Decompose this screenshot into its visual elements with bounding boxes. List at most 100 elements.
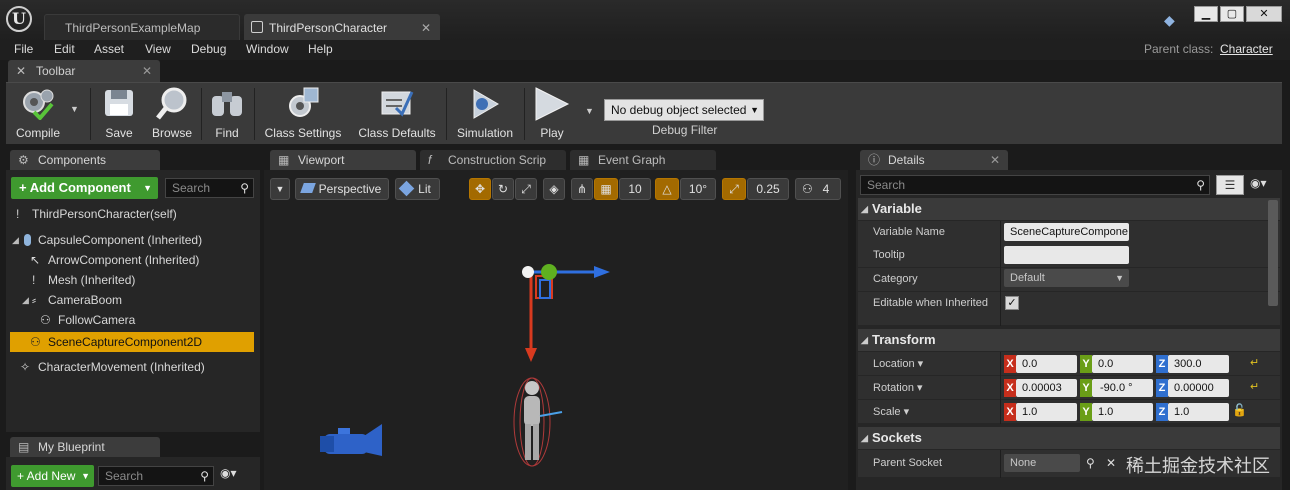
clear-icon[interactable]: ✕ (1106, 456, 1116, 470)
character-mesh[interactable] (513, 377, 563, 467)
tab-viewport-label: Viewport (298, 153, 345, 167)
expand-arrow-icon[interactable]: ◢ (12, 230, 19, 250)
rotate-mode-button[interactable]: ↻ (492, 178, 514, 200)
camera-speed-button[interactable]: ⚇ 4 (795, 178, 841, 200)
search-icon[interactable]: ⚲ (1086, 456, 1095, 470)
reset-arrow-icon[interactable]: ↵ (1250, 380, 1259, 393)
close-panel-icon[interactable]: ✕ (142, 60, 152, 82)
rotation-z-input[interactable]: 0.00000 (1168, 379, 1229, 397)
save-button[interactable]: Save (96, 84, 142, 144)
sockets-section-header[interactable]: ◢ Sockets (858, 427, 1280, 449)
tab-character[interactable]: ThirdPersonCharacter ✕ (244, 14, 440, 40)
minimize-button[interactable]: ▁ (1194, 6, 1218, 22)
rotation-snap-toggle[interactable]: △ (655, 178, 679, 200)
tab-viewport[interactable]: ▦ Viewport (270, 150, 416, 170)
close-panel-icon[interactable]: ✕ (990, 150, 1000, 170)
location-label[interactable]: Location ▾ (873, 357, 923, 370)
menu-debug[interactable]: Debug (191, 42, 226, 56)
compile-options-arrow-icon[interactable]: ▼ (70, 104, 79, 114)
simulation-button[interactable]: Simulation (450, 84, 520, 144)
location-z-input[interactable]: 300.0 (1168, 355, 1229, 373)
debug-object-select[interactable]: No debug object selected ▼ (604, 99, 764, 121)
transform-gizmo[interactable] (522, 264, 610, 362)
camera-mesh[interactable] (320, 424, 382, 456)
play-button[interactable]: Play (528, 84, 576, 144)
menu-help[interactable]: Help (308, 42, 333, 56)
category-select[interactable]: Default ▼ (1004, 269, 1129, 287)
close-window-button[interactable]: ✕ (1246, 6, 1282, 22)
scale-z-input[interactable]: 1.0 (1168, 403, 1229, 421)
lock-icon[interactable]: 🔓 (1232, 403, 1247, 417)
tab-construction-script[interactable]: f Construction Scrip (420, 150, 566, 170)
component-mesh[interactable]: ǃ Mesh (Inherited) (10, 270, 254, 290)
location-x-input[interactable]: 0.0 (1016, 355, 1077, 373)
add-component-button[interactable]: + Add Component ▼ (11, 177, 158, 199)
expand-arrow-icon[interactable]: ◢ (22, 290, 29, 310)
component-scenecapture[interactable]: ⚇ SceneCaptureComponent2D (10, 332, 254, 352)
details-tab[interactable]: ⓘ Details ✕ (860, 150, 1008, 170)
rotation-snap-value[interactable]: 10° (680, 178, 716, 200)
component-cameraboom[interactable]: ◢ ⸗ CameraBoom (10, 290, 254, 310)
reset-arrow-icon[interactable]: ↵ (1250, 356, 1259, 369)
blueprint-search-input[interactable]: Search ⚲ (98, 466, 214, 486)
compile-button[interactable]: Compile (10, 84, 66, 144)
scale-mode-button[interactable]: ⤢ (515, 178, 537, 200)
find-button[interactable]: Find (204, 84, 250, 144)
menu-edit[interactable]: Edit (54, 42, 75, 56)
tab-map[interactable]: ThirdPersonExampleMap (44, 14, 240, 40)
viewport-options-button[interactable]: ▼ (270, 178, 290, 200)
scale-y-input[interactable]: 1.0 (1092, 403, 1153, 421)
tooltip-input[interactable] (1004, 246, 1129, 264)
editable-checkbox[interactable]: ✓ (1005, 296, 1019, 310)
scale-label[interactable]: Scale ▾ (873, 405, 909, 418)
component-capsule[interactable]: ◢ CapsuleComponent (Inherited) (10, 230, 254, 250)
viewport-scene[interactable] (264, 210, 848, 490)
parent-class-link[interactable]: Character (1220, 42, 1273, 56)
browse-button[interactable]: Browse (146, 84, 198, 144)
perspective-button[interactable]: Perspective (295, 178, 389, 200)
variable-section-header[interactable]: ◢ Variable (858, 198, 1280, 220)
component-charactermovement[interactable]: ✧ CharacterMovement (Inherited) (10, 357, 254, 377)
grid-snap-toggle[interactable]: ▦ (594, 178, 618, 200)
close-tab-icon[interactable]: ✕ (421, 15, 431, 41)
source-control-icon[interactable]: ◆ (1164, 12, 1182, 28)
variable-name-input[interactable]: SceneCaptureCompone (1004, 223, 1129, 241)
component-followcamera[interactable]: ⚇ FollowCamera (10, 310, 254, 330)
menu-window[interactable]: Window (246, 42, 289, 56)
component-self[interactable]: ǃ ThirdPersonCharacter(self) (10, 204, 254, 224)
translate-mode-button[interactable]: ✥ (469, 178, 491, 200)
menu-file[interactable]: File (14, 42, 33, 56)
surface-snap-button[interactable]: ⋔ (571, 178, 593, 200)
eye-icon[interactable]: ◉▾ (220, 466, 237, 480)
tab-event-graph[interactable]: ▦ Event Graph (570, 150, 716, 170)
toolbar-tab[interactable]: ✕ Toolbar ✕ (8, 60, 160, 82)
grid-snap-value[interactable]: 10 (619, 178, 651, 200)
property-matrix-button[interactable]: ☰ (1216, 175, 1244, 195)
scale-snap-toggle[interactable]: ⤢ (722, 178, 746, 200)
add-new-button[interactable]: + Add New ▼ (11, 465, 94, 487)
location-y-input[interactable]: 0.0 (1092, 355, 1153, 373)
rotation-label[interactable]: Rotation ▾ (873, 381, 923, 394)
components-search-input[interactable]: Search ⚲ (165, 178, 254, 198)
parent-socket-select[interactable]: None (1004, 454, 1080, 472)
menu-asset[interactable]: Asset (94, 42, 124, 56)
transform-section-header[interactable]: ◢ Transform (858, 329, 1280, 351)
component-arrow[interactable]: ↖ ArrowComponent (Inherited) (10, 250, 254, 270)
rotation-y-input[interactable]: -90.0 ° (1092, 379, 1153, 397)
class-defaults-button[interactable]: Class Defaults (352, 84, 442, 144)
scale-x-input[interactable]: 1.0 (1016, 403, 1077, 421)
play-options-arrow-icon[interactable]: ▼ (585, 106, 594, 116)
components-tab[interactable]: ⚙ Components (10, 150, 160, 170)
details-search-input[interactable]: Search ⚲ (860, 175, 1210, 195)
rotation-x-input[interactable]: 0.00003 (1016, 379, 1077, 397)
lit-button[interactable]: Lit (395, 178, 440, 200)
view-options-eye-icon[interactable]: ◉▾ (1250, 176, 1267, 190)
spring-arm-icon: ⸗ (32, 293, 36, 307)
class-settings-button[interactable]: Class Settings (258, 84, 348, 144)
my-blueprint-tab[interactable]: ▤ My Blueprint (10, 437, 160, 457)
maximize-button[interactable]: ▢ (1220, 6, 1244, 22)
coordinate-space-button[interactable]: ◈ (543, 178, 565, 200)
menu-view[interactable]: View (145, 42, 171, 56)
scale-snap-value[interactable]: 0.25 (747, 178, 789, 200)
details-scrollbar[interactable] (1268, 200, 1278, 306)
